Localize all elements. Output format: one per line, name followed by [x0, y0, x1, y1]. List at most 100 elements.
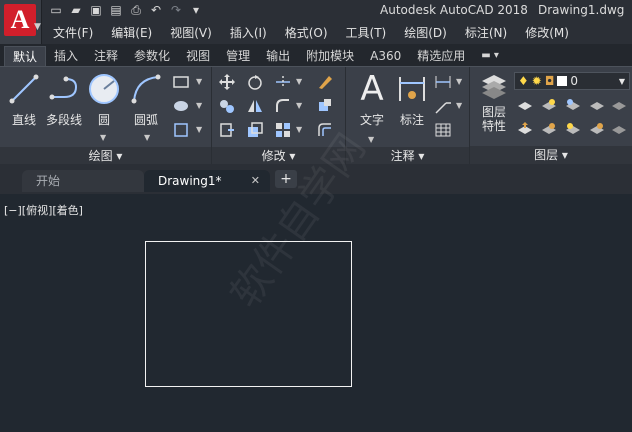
explode-icon[interactable] [316, 97, 334, 115]
trim-icon[interactable] [274, 73, 292, 91]
circle-tool[interactable]: 圆 [80, 71, 128, 128]
boundary-icon[interactable] [172, 121, 190, 139]
hatch-dropdown-icon[interactable]: ▼ [196, 101, 202, 110]
panel-draw: 直线 多段线 圆 ▼ 圆弧 ▼ ▼ ▼ ▼ 绘图 ▾ [0, 67, 212, 165]
mirror-icon[interactable] [246, 97, 264, 115]
layer-dropdown[interactable]: ♦ ✹ ◘ 0 ▼ [514, 72, 630, 90]
menu-file[interactable]: 文件(F) [42, 22, 100, 44]
fillet-icon[interactable] [274, 97, 292, 115]
chevron-down-icon: ▼ [618, 76, 625, 86]
panel-layers-title[interactable]: 图层 ▾ [470, 146, 632, 164]
boundary-dropdown-icon[interactable]: ▼ [196, 125, 202, 134]
open-folder-icon[interactable]: ▰ [68, 2, 84, 18]
stretch-icon[interactable] [218, 121, 236, 139]
tab-start[interactable]: 开始 [22, 170, 144, 192]
application-menu-button[interactable]: A ▼ [0, 0, 42, 44]
array-dropdown-icon[interactable]: ▼ [296, 125, 302, 134]
chevron-down-icon: ▾ [116, 149, 123, 163]
layer-previous-icon[interactable] [540, 120, 558, 138]
tab-manage[interactable]: 管理 [218, 46, 258, 66]
lightbulb-icon[interactable]: ♦ [518, 74, 529, 88]
tab-annotate[interactable]: 注释 [86, 46, 126, 66]
menu-view[interactable]: 视图(V) [159, 22, 219, 44]
tab-featured-apps[interactable]: 精选应用 [409, 46, 473, 66]
menu-insert[interactable]: 插入(I) [219, 22, 274, 44]
new-file-icon[interactable]: ▭ [48, 2, 64, 18]
rectangle-dropdown-icon[interactable]: ▼ [196, 77, 202, 86]
leader-dropdown-icon[interactable]: ▼ [456, 101, 462, 110]
layer-properties-icon [482, 75, 506, 99]
chevron-down-icon: ▾ [289, 149, 296, 163]
move-icon[interactable] [218, 73, 236, 91]
menu-modify[interactable]: 修改(M) [514, 22, 576, 44]
tab-insert[interactable]: 插入 [46, 46, 86, 66]
tab-parametric[interactable]: 参数化 [126, 46, 178, 66]
close-icon[interactable]: ✕ [251, 170, 260, 192]
save-as-icon[interactable]: ▤ [108, 2, 124, 18]
layer-walk-icon[interactable] [610, 96, 628, 114]
title-bar: ▭ ▰ ▣ ▤ ⎙ ↶ ↷ ▾ Autodesk AutoCAD 2018 Dr… [0, 0, 632, 22]
chevron-down-icon: ▾ [561, 148, 568, 162]
tab-a360[interactable]: A360 [362, 46, 409, 66]
quick-access-toolbar: ▭ ▰ ▣ ▤ ⎙ ↶ ↷ ▾ [48, 2, 204, 20]
menu-dimension[interactable]: 标注(N) [454, 22, 514, 44]
polyline-icon [49, 76, 78, 100]
rectangle-icon[interactable] [172, 73, 190, 91]
unlock-icon[interactable]: ◘ [545, 74, 555, 88]
layer-freeze-icon[interactable] [564, 96, 582, 114]
file-title: Drawing1.dwg [538, 3, 625, 17]
line-icon [9, 74, 39, 104]
leader-icon[interactable] [434, 97, 452, 115]
linear-dimension-dropdown-icon[interactable]: ▼ [456, 77, 462, 86]
layer-color-swatch [557, 76, 568, 86]
menu-tools[interactable]: 工具(T) [335, 22, 394, 44]
current-layer-name: 0 [570, 74, 578, 88]
erase-icon[interactable] [316, 73, 334, 91]
redo-icon[interactable]: ↷ [168, 2, 184, 18]
app-title: Autodesk AutoCAD 2018 [380, 3, 528, 17]
undo-icon[interactable]: ↶ [148, 2, 164, 18]
viewport-controls[interactable]: [−][俯视][着色] [4, 202, 83, 218]
layer-delete-icon[interactable] [610, 120, 628, 138]
arc-dropdown-icon[interactable]: ▼ [144, 133, 150, 142]
trim-dropdown-icon[interactable]: ▼ [296, 77, 302, 86]
text-icon: A [360, 69, 384, 109]
tab-output[interactable]: 输出 [258, 46, 298, 66]
scale-icon[interactable] [246, 121, 264, 139]
ribbon-options-icon[interactable]: ▬ ▾ [481, 46, 499, 66]
copy-icon[interactable] [218, 97, 236, 115]
circle-icon [89, 74, 119, 104]
tab-default[interactable]: 默认 [4, 46, 47, 66]
dimension-tool[interactable]: 标注 [388, 71, 436, 128]
menu-edit[interactable]: 编辑(E) [100, 22, 159, 44]
array-icon[interactable] [274, 121, 292, 139]
tab-drawing1[interactable]: Drawing1* ✕ [144, 170, 270, 192]
autocad-logo: A [4, 4, 36, 36]
layer-isolate-icon[interactable] [540, 96, 558, 114]
layer-merge-icon[interactable] [564, 120, 582, 138]
customize-dropdown-icon[interactable]: ▾ [188, 2, 204, 18]
print-icon[interactable]: ⎙ [128, 2, 144, 18]
save-icon[interactable]: ▣ [88, 2, 104, 18]
dimension-icon [399, 77, 425, 101]
layer-state-icon[interactable] [588, 120, 606, 138]
text-dropdown-icon[interactable]: ▼ [368, 135, 374, 144]
layer-properties-tool[interactable]: 图层 特性 [470, 71, 518, 133]
hatch-icon[interactable] [172, 97, 190, 115]
menu-bar: 文件(F) 编辑(E) 视图(V) 插入(I) 格式(O) 工具(T) 绘图(D… [42, 22, 632, 44]
layer-match-icon[interactable] [516, 120, 534, 138]
arc-tool[interactable]: 圆弧 [122, 71, 170, 128]
menu-format[interactable]: 格式(O) [274, 22, 335, 44]
sun-icon[interactable]: ✹ [532, 74, 542, 88]
layer-off-icon[interactable] [516, 96, 534, 114]
rotate-icon[interactable] [246, 73, 264, 91]
panel-draw-title[interactable]: 绘图 ▾ [0, 147, 211, 165]
tab-addins[interactable]: 附加模块 [298, 46, 362, 66]
layer-lock-icon[interactable] [588, 96, 606, 114]
fillet-dropdown-icon[interactable]: ▼ [296, 101, 302, 110]
circle-dropdown-icon[interactable]: ▼ [100, 133, 106, 142]
tab-view[interactable]: 视图 [178, 46, 218, 66]
menu-draw[interactable]: 绘图(D) [393, 22, 454, 44]
linear-dimension-icon[interactable] [434, 73, 452, 91]
table-icon[interactable] [434, 121, 452, 139]
